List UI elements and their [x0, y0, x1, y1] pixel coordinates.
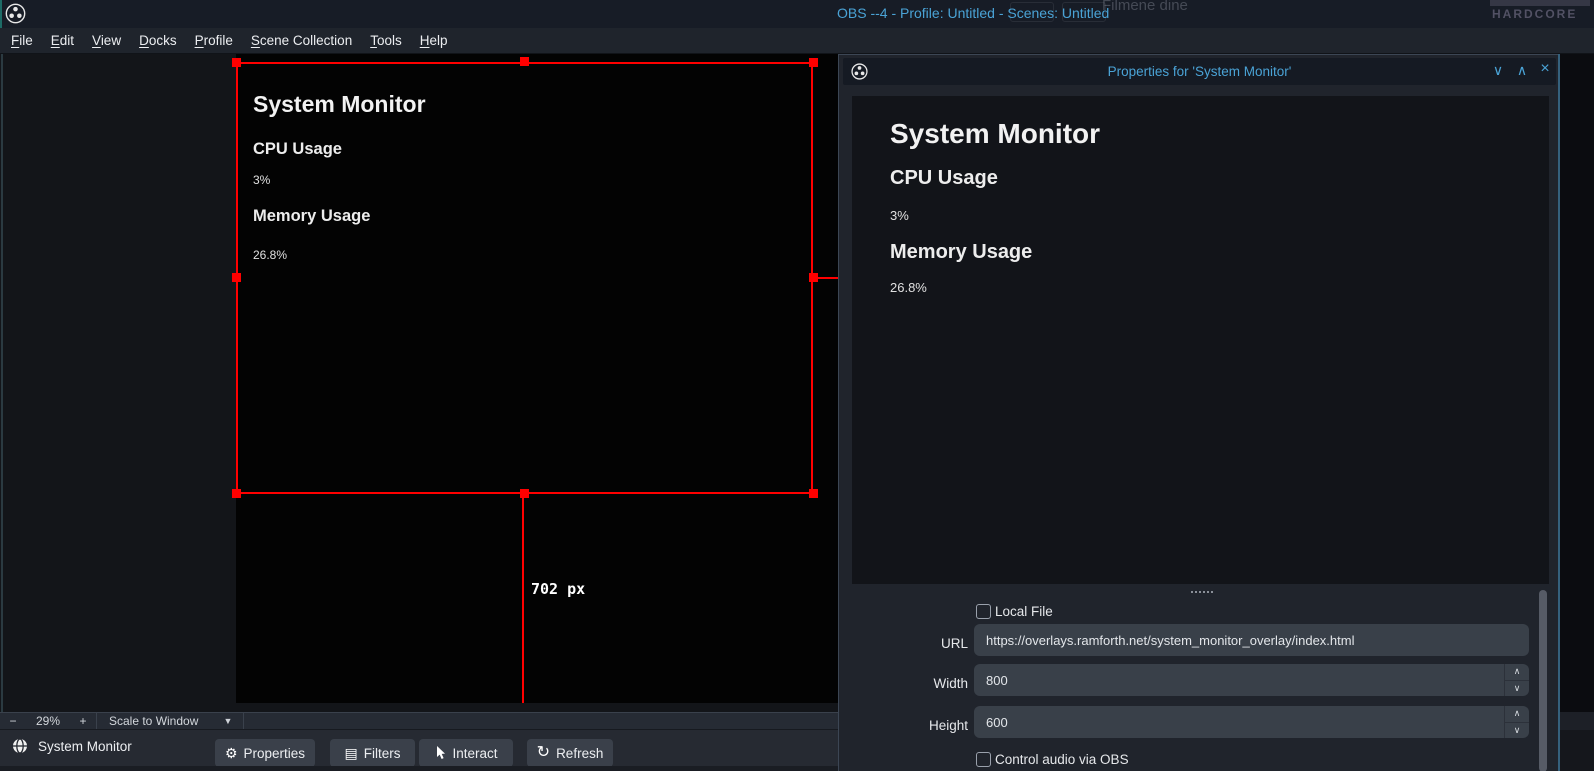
overlay-cpu-value: 3%	[890, 208, 909, 223]
dialog-source-preview: System Monitor CPU Usage 3% Memory Usage…	[852, 96, 1549, 584]
spinner-up-icon[interactable]: ∧	[1505, 706, 1529, 723]
source-toolbar: System Monitor ⚙ Properties ▤ Filters In…	[0, 729, 838, 766]
dialog-title: Properties for 'System Monitor'	[843, 64, 1556, 79]
scale-mode-dropdown[interactable]: ▼	[213, 716, 243, 726]
menu-scene-collection[interactable]: Scene Collection	[244, 33, 359, 48]
background-window-band	[1560, 712, 1594, 730]
height-spinner: ∧ ∨	[1504, 706, 1529, 738]
control-audio-checkbox[interactable]	[976, 752, 991, 767]
background-window-logo-fragment	[1490, 0, 1590, 6]
menu-edit[interactable]: Edit	[44, 33, 81, 48]
source-name: System Monitor	[38, 739, 132, 754]
titlebar: Filmene dine HARDCORE OBS --4 - Profile:…	[0, 0, 1594, 28]
background-window-watermark: HARDCORE	[1492, 7, 1577, 21]
titlebar-accent	[0, 0, 2, 28]
height-input[interactable]	[974, 706, 1529, 738]
url-input[interactable]	[974, 624, 1529, 656]
close-icon[interactable]: ×	[1535, 60, 1555, 78]
distance-guide-vertical	[522, 498, 524, 703]
toolbar-footer	[0, 766, 838, 771]
resize-handle-bottom-center[interactable]	[520, 489, 529, 498]
width-spinner: ∧ ∨	[1504, 664, 1529, 696]
preview-zoom-bar: − 29% + Scale to Window ▼	[0, 712, 838, 729]
pointer-icon	[434, 746, 446, 760]
menu-tools[interactable]: Tools	[363, 33, 409, 48]
height-label: Height	[851, 718, 968, 733]
overlay-cpu-label: CPU Usage	[890, 167, 998, 190]
dialog-scrollbar[interactable]	[1539, 590, 1547, 771]
url-label: URL	[851, 636, 968, 651]
background-window-strip	[1560, 54, 1594, 771]
properties-dialog: Properties for 'System Monitor' ∨ ∧ × Sy…	[838, 54, 1558, 771]
dock-edge-line	[1, 54, 3, 712]
refresh-icon: ↻	[537, 745, 550, 761]
resize-handle-top-center[interactable]	[520, 57, 529, 66]
menu-file[interactable]: File	[4, 33, 40, 48]
browser-source-globe-icon	[12, 738, 28, 754]
distance-guide-label: 702 px	[531, 580, 585, 598]
distance-guide-horizontal	[817, 277, 838, 279]
local-file-label: Local File	[995, 604, 1053, 619]
width-input[interactable]	[974, 664, 1529, 696]
resize-handle-mid-left[interactable]	[232, 273, 241, 282]
resize-handle-top-left[interactable]	[232, 58, 241, 67]
resize-handle-bottom-left[interactable]	[232, 489, 241, 498]
resize-handle-bottom-right[interactable]	[809, 489, 818, 498]
preview-canvas-area: System Monitor CPU Usage 3% Memory Usage…	[0, 54, 838, 712]
zoom-out-button[interactable]: −	[0, 714, 26, 728]
zoom-level-value: 29%	[26, 714, 70, 728]
source-selection-rect[interactable]	[236, 62, 813, 494]
background-window-text: Filmene dine	[1102, 0, 1188, 14]
menu-docks[interactable]: Docks	[132, 33, 184, 48]
spinner-down-icon[interactable]: ∨	[1505, 681, 1529, 697]
splitter-handle[interactable]	[1191, 591, 1213, 595]
obs-window: Filmene dine HARDCORE OBS --4 - Profile:…	[0, 0, 1594, 771]
refresh-button[interactable]: ↻ Refresh	[527, 739, 613, 767]
menubar: File Edit View Docks Profile Scene Colle…	[0, 28, 1594, 54]
gear-icon: ⚙	[225, 746, 238, 760]
menu-help[interactable]: Help	[413, 33, 455, 48]
resize-handle-top-right[interactable]	[809, 58, 818, 67]
local-file-checkbox[interactable]	[976, 604, 991, 619]
overlay-title: System Monitor	[890, 118, 1100, 150]
spinner-up-icon[interactable]: ∧	[1505, 664, 1529, 681]
background-window-band	[1560, 730, 1594, 771]
obs-logo-icon	[5, 3, 26, 24]
filters-button[interactable]: ▤ Filters	[330, 739, 415, 767]
filter-icon: ▤	[345, 746, 358, 760]
selected-source-item[interactable]: System Monitor	[12, 738, 132, 754]
menu-profile[interactable]: Profile	[188, 33, 240, 48]
interact-button[interactable]: Interact	[419, 739, 513, 767]
dialog-titlebar[interactable]: Properties for 'System Monitor' ∨ ∧ ×	[843, 58, 1556, 85]
chevron-down-icon[interactable]: ∨	[1488, 62, 1508, 79]
scale-mode-label: Scale to Window	[97, 714, 208, 728]
properties-button[interactable]: ⚙ Properties	[215, 739, 315, 767]
window-title: OBS --4 - Profile: Untitled - Scenes: Un…	[837, 5, 1109, 21]
overlay-mem-label: Memory Usage	[890, 241, 1032, 264]
menu-view[interactable]: View	[85, 33, 128, 48]
chevron-up-icon[interactable]: ∧	[1512, 62, 1532, 79]
divider	[243, 713, 244, 730]
zoom-in-button[interactable]: +	[70, 714, 96, 728]
overlay-mem-value: 26.8%	[890, 280, 927, 295]
control-audio-label: Control audio via OBS	[995, 752, 1129, 767]
resize-handle-mid-right[interactable]	[809, 273, 818, 282]
width-label: Width	[851, 676, 968, 691]
spinner-down-icon[interactable]: ∨	[1505, 723, 1529, 739]
